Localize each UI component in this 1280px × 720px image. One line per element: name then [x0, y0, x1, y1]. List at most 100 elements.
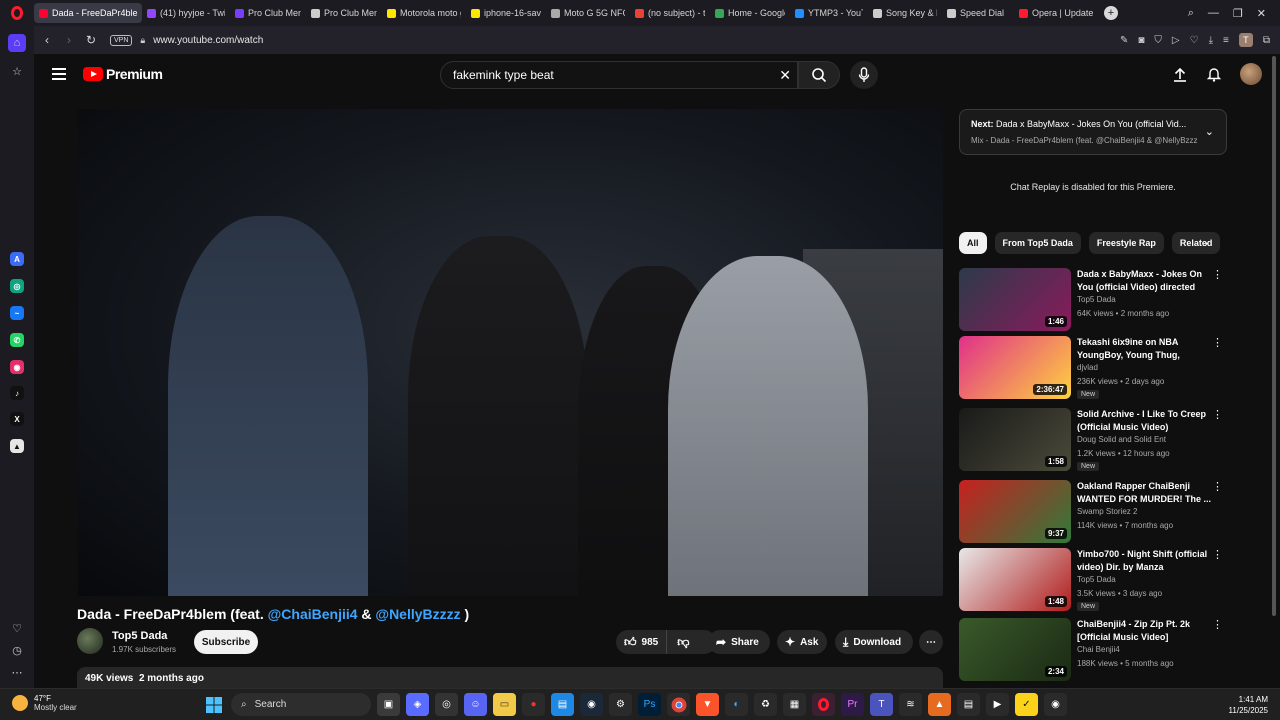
- video-thumbnail[interactable]: 1:46: [959, 268, 1071, 331]
- url-field[interactable]: www.youtube.com/watch: [153, 35, 263, 46]
- more-vertical-icon[interactable]: ⋮: [1212, 268, 1223, 281]
- video-thumbnail[interactable]: 2:34: [959, 618, 1071, 681]
- browser-tab[interactable]: Pro Club Men's C: [306, 3, 382, 23]
- new-tab-button[interactable]: +: [1104, 6, 1118, 20]
- recommended-video-channel[interactable]: Top5 Dada: [1077, 575, 1116, 584]
- more-vertical-icon[interactable]: ⋮: [1212, 548, 1223, 561]
- browser-tab[interactable]: Home - Google I: [710, 3, 790, 23]
- recommended-video[interactable]: 2:36:47 Tekashi 6ix9ine on NBA YoungBoy, …: [959, 336, 1227, 400]
- browser-tab[interactable]: Song Key & BPM: [868, 3, 942, 23]
- steam-icon[interactable]: ◉: [580, 693, 603, 716]
- tiktok-icon[interactable]: ♪: [8, 384, 26, 402]
- menu-icon[interactable]: ≡: [1223, 35, 1229, 46]
- hamburger-menu-icon[interactable]: [52, 68, 66, 80]
- channel-avatar[interactable]: [77, 628, 103, 654]
- remote-desktop-icon[interactable]: ▤: [551, 693, 574, 716]
- recommended-video-title[interactable]: Oakland Rapper ChaiBenji WANTED FOR MURD…: [1077, 480, 1215, 506]
- chip-icon[interactable]: ▦: [783, 693, 806, 716]
- star-icon[interactable]: ☆: [8, 62, 26, 80]
- close-window-button[interactable]: ✕: [1257, 7, 1266, 20]
- recommended-video[interactable]: 1:48 Yimbo700 - Night Shift (official vid…: [959, 548, 1227, 612]
- maximize-button[interactable]: ❐: [1233, 7, 1243, 20]
- forward-icon[interactable]: ›: [58, 33, 80, 47]
- channel-name[interactable]: Top5 Dada: [112, 630, 167, 642]
- next-in-mix-box[interactable]: Next: Dada x BabyMaxx - Jokes On You (of…: [959, 109, 1227, 155]
- page-scrollbar[interactable]: [1271, 56, 1277, 686]
- video-thumbnail[interactable]: 1:58: [959, 408, 1071, 471]
- search-input[interactable]: fakemink type beat ✕: [440, 61, 798, 89]
- player-icon[interactable]: ▲: [8, 437, 26, 455]
- recommended-video-channel[interactable]: Doug Solid and Solid Ent: [1077, 435, 1166, 444]
- browser-tab[interactable]: (41) hyyjoe - Twi: [142, 3, 230, 23]
- vpn-badge[interactable]: VPN: [110, 34, 133, 46]
- video-thumbnail[interactable]: 9:37: [959, 480, 1071, 543]
- task-view-icon[interactable]: ▣: [377, 693, 400, 716]
- browser-tab[interactable]: Motorola moto g: [382, 3, 466, 23]
- browser-tab[interactable]: Opera | Update c: [1014, 3, 1098, 23]
- recommended-video[interactable]: 2:34 ChaiBenjii4 - Zip Zip Pt. 2k [Offici…: [959, 618, 1227, 682]
- filter-chip[interactable]: Related: [1171, 232, 1221, 254]
- weather-widget[interactable]: 47°F Mostly clear: [12, 694, 77, 712]
- more-vertical-icon[interactable]: ⋮: [1212, 408, 1223, 421]
- subscribe-button[interactable]: Subscribe: [194, 630, 258, 654]
- browser-app-icon[interactable]: ◐: [725, 693, 748, 716]
- taskbar-search[interactable]: ⌕ Search: [231, 693, 371, 716]
- tab-search-icon[interactable]: ⌕: [1188, 7, 1194, 20]
- home-icon[interactable]: ⌂: [8, 34, 26, 52]
- stack-icon[interactable]: ≋: [899, 693, 922, 716]
- browser-tab[interactable]: Pro Club Men's H: [230, 3, 306, 23]
- recommended-video-title[interactable]: Yimbo700 - Night Shift (official video) …: [1077, 548, 1215, 574]
- check-app-icon[interactable]: ✓: [1015, 693, 1038, 716]
- recommended-video[interactable]: 1:46 Dada x BabyMaxx - Jokes On You (offi…: [959, 268, 1227, 332]
- browser-tab[interactable]: YTMP3 - YouTub: [790, 3, 868, 23]
- mention-link[interactable]: @NellyBzzzz: [375, 606, 460, 622]
- clear-search-icon[interactable]: ✕: [779, 67, 791, 84]
- copilot-icon[interactable]: ◈: [406, 693, 429, 716]
- recommended-video[interactable]: 1:58 Solid Archive - I Like To Creep (Off…: [959, 408, 1227, 472]
- lock-icon[interactable]: 🔒︎: [140, 35, 145, 46]
- opera-taskbar-icon[interactable]: [812, 693, 835, 716]
- video-app-icon[interactable]: ◉: [1044, 693, 1067, 716]
- x-icon[interactable]: X: [8, 410, 26, 428]
- media-player-icon[interactable]: ▶: [986, 693, 1009, 716]
- browser-tab[interactable]: (no subject) - tyl: [630, 3, 710, 23]
- recommended-video-title[interactable]: Solid Archive - I Like To Creep (Officia…: [1077, 408, 1215, 434]
- extension-icon[interactable]: ⧉: [1263, 35, 1270, 46]
- app-icon[interactable]: ●: [522, 693, 545, 716]
- profile-avatar[interactable]: T: [1238, 33, 1253, 47]
- opera-logo-icon[interactable]: [0, 0, 34, 26]
- like-button[interactable]: 👍︎ 985: [616, 630, 668, 654]
- chatgpt-icon[interactable]: ◎: [8, 277, 26, 295]
- back-icon[interactable]: ‹: [36, 33, 58, 47]
- recommended-video-channel[interactable]: Chai Benjii4: [1077, 645, 1120, 654]
- instagram-icon[interactable]: ◉: [8, 358, 26, 376]
- filter-chip[interactable]: All: [959, 232, 987, 254]
- chrome-icon[interactable]: [667, 693, 690, 716]
- more-icon[interactable]: ⋯: [8, 663, 26, 681]
- premiere-icon[interactable]: Pr: [841, 693, 864, 716]
- filter-chip[interactable]: From Top5 Dada: [994, 232, 1081, 254]
- recommended-video-channel[interactable]: djvlad: [1077, 363, 1098, 372]
- discord-icon[interactable]: ☺: [464, 693, 487, 716]
- reload-icon[interactable]: ↻: [80, 33, 102, 47]
- chevron-down-icon[interactable]: ⌄: [1205, 125, 1214, 138]
- browser-tab[interactable]: iphone-16-savin: [466, 3, 546, 23]
- edit-icon[interactable]: ✎: [1120, 35, 1128, 46]
- teams-icon[interactable]: T: [870, 693, 893, 716]
- video-thumbnail[interactable]: 2:36:47: [959, 336, 1071, 399]
- filter-chip[interactable]: Freestyle Rap: [1088, 232, 1164, 254]
- minimize-button[interactable]: —: [1208, 7, 1219, 19]
- ask-button[interactable]: ✦ Ask: [777, 630, 827, 654]
- video-thumbnail[interactable]: 1:48: [959, 548, 1071, 611]
- search-button[interactable]: [798, 61, 840, 89]
- recommended-video[interactable]: 9:37 Oakland Rapper ChaiBenji WANTED FOR …: [959, 480, 1227, 544]
- notepad-icon[interactable]: ▤: [957, 693, 980, 716]
- file-explorer-icon[interactable]: ▭: [493, 693, 516, 716]
- heart-icon[interactable]: ♡: [8, 619, 26, 637]
- youtube-logo[interactable]: Premium: [83, 66, 163, 82]
- user-avatar[interactable]: [1240, 63, 1262, 85]
- recommended-video-title[interactable]: ChaiBenjii4 - Zip Zip Pt. 2k [Official M…: [1077, 618, 1215, 644]
- system-clock[interactable]: 1:41 AM 11/25/2025: [1229, 694, 1268, 716]
- recommended-video-channel[interactable]: Swamp Storiez 2: [1077, 507, 1137, 516]
- aria-icon[interactable]: A: [8, 250, 26, 268]
